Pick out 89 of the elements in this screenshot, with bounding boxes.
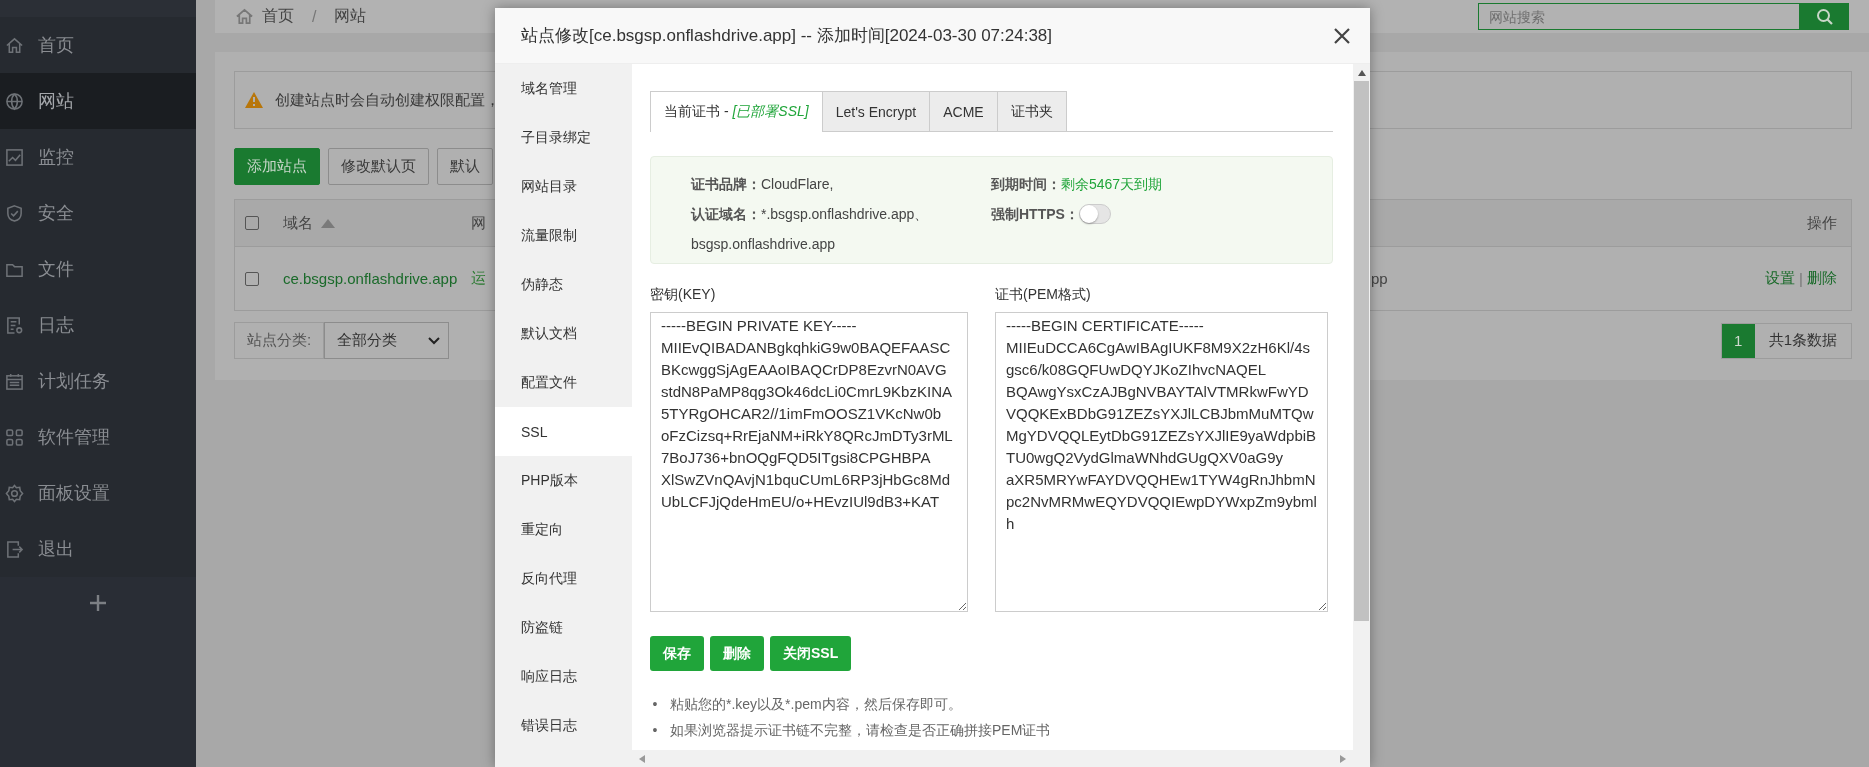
column-header[interactable]: 网 — [471, 213, 486, 233]
expiry-label: 到期时间： — [991, 176, 1061, 192]
breadcrumb-link[interactable]: 首页 — [262, 6, 294, 27]
row-action-link[interactable]: 设置 — [1765, 269, 1796, 288]
certificate-label: 证书(PEM格式) — [995, 286, 1092, 304]
row-action-link[interactable]: 删除 — [1807, 269, 1837, 288]
scroll-left-arrow-icon[interactable] — [638, 753, 646, 764]
sort-ascending-icon — [321, 218, 335, 228]
action-button[interactable]: 删除 — [710, 636, 764, 671]
tab[interactable]: ACME — [929, 91, 998, 131]
row-checkbox[interactable] — [245, 271, 259, 286]
dialog-menu-item[interactable]: 伪静态 — [495, 260, 632, 309]
sidebar-item[interactable]: 计划任务 — [0, 353, 196, 409]
domains-text: 认证域名：*.bsgsp.onflashdrive.app、bsgsp.onflashdrive.app — [691, 205, 930, 254]
action-button[interactable]: 保存 — [650, 636, 704, 671]
close-button[interactable] — [1332, 25, 1352, 46]
search-button[interactable] — [1800, 3, 1849, 30]
brand-value: CloudFlare, — [761, 176, 834, 192]
dialog-menu-item[interactable]: 网站目录 — [495, 162, 632, 211]
breadcrumb-separator: / — [312, 7, 317, 26]
tab[interactable]: 证书夹 — [996, 91, 1067, 131]
breadcrumb-link[interactable]: 网站 — [334, 6, 367, 27]
dialog-menu-item[interactable]: 反向代理 — [495, 554, 632, 603]
sidebar-item[interactable]: 首页 — [0, 17, 196, 73]
dialog-menu-item[interactable]: 防盗链 — [495, 603, 632, 652]
dialog-menu-item[interactable]: 默认文档 — [495, 309, 632, 358]
logout-icon — [5, 539, 24, 559]
site-domain-link[interactable]: ce.bsgsp.onflashdrive.app — [283, 266, 471, 291]
home-icon — [5, 35, 24, 55]
vertical-scrollbar[interactable] — [1353, 64, 1370, 750]
category-select[interactable]: 全部分类 — [324, 322, 450, 359]
sidebar-item[interactable]: 日志 — [0, 297, 196, 353]
key-label: 密钥(KEY) — [650, 286, 717, 304]
action-separator: | — [1799, 270, 1803, 287]
tab[interactable]: Let's Encrypt — [821, 91, 931, 131]
dialog-menu-item[interactable]: 配置文件 — [495, 358, 632, 407]
apps-icon — [5, 427, 24, 447]
help-note: 如果浏览器提示证书链不完整，请检查是否正确拼接PEM证书 — [670, 721, 1051, 740]
key-textarea[interactable]: -----BEGIN PRIVATE KEY----- MIIEvQIBADANBgkqhkiG9w0BAQEFAASCBKcwggSjAgEAAoIBAQCrDP8EzvrN0AVG stdN8PaMP8qg3Ok46dcLi0CmrL9KbzKINA5TYRgOHCAR2//1imFmOOSZ1VKcNw0b oFzCizsq+RrEjaNM+iRkY8QRcJmDTy3rML7BoJ736+bnOQgFQD5ITgsi8CPGHBPA XlSwZVnQAvjN1bquCUmL6RP3jHbGc8MdUbLCFJjQdeHmEU/o+HEvzIUl9dB3+KAT — [650, 312, 968, 612]
sidebar-item[interactable]: 退出 — [0, 521, 196, 577]
search-field[interactable]: 网站搜索 — [1478, 3, 1800, 30]
category-label: 站点分类: — [234, 322, 325, 359]
dialog-menu-item[interactable]: 重定向 — [495, 505, 632, 554]
log-icon — [5, 315, 24, 335]
chevron-down-icon — [428, 336, 441, 345]
toolbar-button[interactable]: 添加站点 — [234, 148, 320, 185]
toolbar-button[interactable]: 默认 — [437, 148, 493, 185]
scrollbar-thumb[interactable] — [1354, 81, 1369, 621]
help-note: 粘贴您的*.key以及*.pem内容，然后保存即可。 — [670, 695, 962, 714]
bullet: • — [651, 721, 659, 740]
monitor-icon — [5, 147, 24, 167]
bullet: • — [651, 695, 659, 714]
column-header[interactable]: 操作 — [1807, 213, 1837, 233]
add-icon[interactable] — [89, 594, 107, 612]
brand-label: 证书品牌： — [691, 176, 761, 192]
sidebar-item[interactable]: 网站 — [0, 73, 196, 129]
table-cell-text: pp — [1371, 270, 1389, 287]
force-https-toggle[interactable] — [1078, 204, 1111, 224]
home-icon — [235, 7, 254, 26]
calendar-icon — [5, 371, 24, 391]
sidebar-item[interactable]: 安全 — [0, 185, 196, 241]
pagination-summary: 共1条数据 — [1767, 330, 1838, 350]
action-button[interactable]: 关闭SSL — [770, 636, 852, 671]
page-button[interactable]: 1 — [1721, 323, 1755, 358]
sidebar-item[interactable]: 监控 — [0, 129, 196, 185]
toolbar-button[interactable]: 修改默认页 — [328, 148, 429, 185]
gear-icon — [5, 483, 24, 503]
tab[interactable]: 当前证书 - [已部署SSL] — [650, 91, 823, 132]
warning-icon — [245, 92, 263, 108]
select-all-checkbox[interactable] — [245, 216, 259, 230]
sidebar-item[interactable]: 软件管理 — [0, 409, 196, 465]
dialog-title: 站点修改[ce.bsgsp.onflashdrive.app] -- 添加时间[2024-03-30 07:24:38] — [521, 25, 1054, 47]
certificate-textarea[interactable]: -----BEGIN CERTIFICATE----- MIIEuDCCA6CgAwIBAgIUKF8M9X2zH6Kl/4sgsc6/k08GQFUwDQYJKoZIhvcNAQEL BQAwgYsxCzAJBgNVBAYTAlVTMRkwFwYDVQQKExBDbG91ZEZsYXJlLCBJbmMuMTQw MgYDVQQLEytDbG91ZEZsYXJlIE9yaWdpbiBTU0wgQ2VydGlmaWNhdGUgQXV0aG9y aXR5MRYwFAYDVQQHEw1TYW4gRnJhbmNpc2NvMRMwEQYDVQQIEwpDYWxpZm9ybmlh — [995, 312, 1328, 612]
sidebar-item[interactable]: 文件 — [0, 241, 196, 297]
column-header[interactable]: 域名 — [283, 213, 313, 233]
search-icon — [1815, 7, 1834, 26]
dialog-menu-item[interactable]: 响应日志 — [495, 652, 632, 701]
shield-icon — [5, 203, 24, 223]
scroll-up-arrow-icon[interactable] — [1356, 69, 1367, 77]
globe-icon — [5, 91, 24, 111]
dialog-menu-item[interactable]: 子目录绑定 — [495, 113, 632, 162]
sidebar-item[interactable]: 面板设置 — [0, 465, 196, 521]
expiry-value: 剩余5467天到期 — [1061, 176, 1163, 192]
dialog-menu-item[interactable]: 错误日志 — [495, 701, 632, 750]
dialog-menu-item[interactable]: PHP版本 — [495, 456, 632, 505]
scroll-right-arrow-icon[interactable] — [1339, 753, 1347, 764]
dialog-menu-item[interactable]: SSL — [495, 407, 632, 456]
force-https-label: 强制HTTPS： — [991, 205, 1079, 224]
dialog-menu-item[interactable]: 流量限制 — [495, 211, 632, 260]
